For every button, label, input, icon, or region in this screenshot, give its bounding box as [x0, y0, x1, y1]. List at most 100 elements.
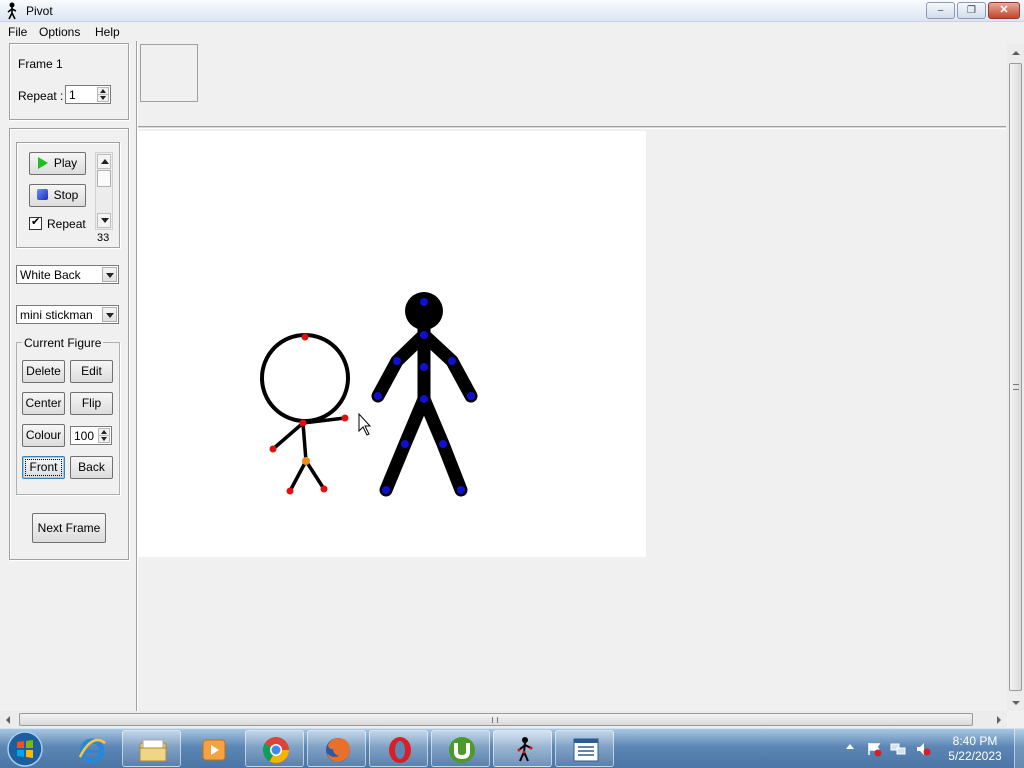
taskbar-opera[interactable]: [369, 730, 428, 767]
scroll-up-icon[interactable]: [97, 154, 111, 169]
scroll-up-icon[interactable]: [1007, 44, 1024, 61]
joint-handle[interactable]: [374, 392, 382, 400]
stop-button[interactable]: Stop: [29, 184, 86, 207]
show-desktop-button[interactable]: [1014, 729, 1024, 768]
stickfigure-scene[interactable]: [138, 131, 646, 557]
stop-label: Stop: [53, 188, 79, 202]
close-button[interactable]: ✕: [988, 2, 1020, 19]
joint-handle[interactable]: [382, 486, 390, 494]
dropdown-arrow-icon[interactable]: [102, 307, 117, 322]
joint-handle[interactable]: [420, 395, 428, 403]
joint-handle[interactable]: [320, 485, 328, 493]
spin-down-icon[interactable]: [98, 435, 110, 443]
front-button[interactable]: Front: [22, 456, 65, 479]
colour-value: 100: [74, 429, 95, 443]
root-joint-handle[interactable]: [302, 457, 310, 465]
joint-handle[interactable]: [299, 419, 307, 427]
clock-date: 5/22/2023: [948, 749, 1002, 763]
menu-file[interactable]: File: [8, 25, 27, 39]
taskbar-media-player[interactable]: [183, 730, 242, 767]
pivot-icon: [517, 737, 533, 762]
taskbar-task-list[interactable]: [555, 730, 614, 767]
play-label: Play: [53, 156, 78, 170]
joint-handle[interactable]: [420, 331, 428, 339]
joint-handle[interactable]: [401, 440, 409, 448]
delete-button[interactable]: Delete: [22, 360, 65, 383]
edit-button[interactable]: Edit: [70, 360, 113, 383]
grip-icon: [492, 717, 498, 723]
next-frame-button[interactable]: Next Frame: [32, 513, 106, 543]
clock-time: 8:40 PM: [952, 734, 998, 748]
joint-handle[interactable]: [448, 357, 456, 365]
scrollbar-corner: [1007, 711, 1024, 728]
firefox-icon: [326, 738, 350, 762]
scroll-left-icon[interactable]: [0, 711, 17, 728]
background-select-value: White Back: [20, 268, 81, 282]
vertical-scroll-thumb[interactable]: [1009, 63, 1022, 691]
figure-select[interactable]: mini stickman: [16, 305, 119, 324]
figure-select-value: mini stickman: [20, 308, 93, 322]
current-figure-legend: Current Figure: [22, 336, 104, 350]
mini-stickman-figure[interactable]: [260, 333, 350, 495]
network-icon[interactable]: [890, 741, 906, 757]
joint-handle[interactable]: [457, 486, 465, 494]
chrome-icon: [262, 737, 290, 764]
minimize-button[interactable]: –: [926, 2, 955, 19]
taskbar-windows-explorer[interactable]: [122, 730, 181, 767]
taskbar-utorrent[interactable]: [431, 730, 490, 767]
colour-button[interactable]: Colour: [22, 424, 65, 447]
spin-down-icon[interactable]: [97, 94, 109, 102]
start-button[interactable]: [5, 730, 45, 768]
scroll-down-icon[interactable]: [97, 213, 111, 228]
joint-handle[interactable]: [420, 298, 428, 306]
scroll-right-icon[interactable]: [990, 711, 1007, 728]
background-select[interactable]: White Back: [16, 265, 119, 284]
taskbar-internet-explorer[interactable]: [61, 730, 120, 767]
repeat-checkbox-label: Repeat: [47, 217, 86, 231]
taskbar-chrome[interactable]: [245, 730, 304, 767]
repeat-spinner[interactable]: 1: [65, 85, 111, 104]
horizontal-scroll-thumb[interactable]: [19, 713, 973, 726]
restore-icon: ❐: [967, 5, 976, 16]
stop-icon: [36, 189, 48, 200]
joint-handle[interactable]: [301, 333, 309, 341]
speed-scroll-thumb[interactable]: [97, 170, 111, 187]
maximize-button[interactable]: ❐: [957, 2, 986, 19]
frame-label: Frame 1: [18, 57, 63, 71]
joint-handle[interactable]: [467, 392, 475, 400]
taskbar-pivot[interactable]: [493, 730, 552, 767]
play-button[interactable]: Play: [29, 152, 86, 175]
joint-handle[interactable]: [341, 414, 349, 422]
vertical-scrollbar[interactable]: [1007, 44, 1024, 712]
close-icon: ✕: [999, 4, 1009, 16]
list-icon: [573, 738, 599, 762]
back-button[interactable]: Back: [70, 456, 113, 479]
frame-thumbnail[interactable]: [140, 44, 198, 102]
opera-icon: [389, 737, 411, 763]
joint-handle[interactable]: [393, 357, 401, 365]
menu-help[interactable]: Help: [95, 25, 120, 39]
joint-handle[interactable]: [269, 445, 277, 453]
mouse-cursor-icon: [358, 412, 372, 436]
joint-handle[interactable]: [286, 487, 294, 495]
joint-handle[interactable]: [439, 440, 447, 448]
stickman-figure[interactable]: [371, 292, 478, 497]
flip-button[interactable]: Flip: [70, 392, 113, 415]
play-icon: [37, 157, 48, 169]
horizontal-scrollbar[interactable]: [0, 711, 1007, 728]
show-hidden-icons-icon[interactable]: [846, 744, 854, 749]
speed-scrollbar[interactable]: [95, 152, 113, 230]
scroll-down-icon[interactable]: [1007, 695, 1024, 712]
center-button[interactable]: Center: [22, 392, 65, 415]
dropdown-arrow-icon[interactable]: [102, 267, 117, 282]
system-clock[interactable]: 8:40 PM 5/22/2023: [940, 734, 1010, 764]
volume-muted-icon[interactable]: [915, 741, 931, 757]
repeat-checkbox[interactable]: [29, 215, 42, 230]
taskbar-firefox[interactable]: [307, 730, 366, 767]
colour-spinner[interactable]: 100: [70, 426, 112, 445]
frame-panel: Frame 1 Repeat : 1: [9, 43, 129, 120]
action-center-icon[interactable]: [866, 741, 882, 757]
menu-options[interactable]: Options: [39, 25, 80, 39]
animation-canvas[interactable]: [138, 131, 646, 557]
joint-handle[interactable]: [420, 363, 428, 371]
